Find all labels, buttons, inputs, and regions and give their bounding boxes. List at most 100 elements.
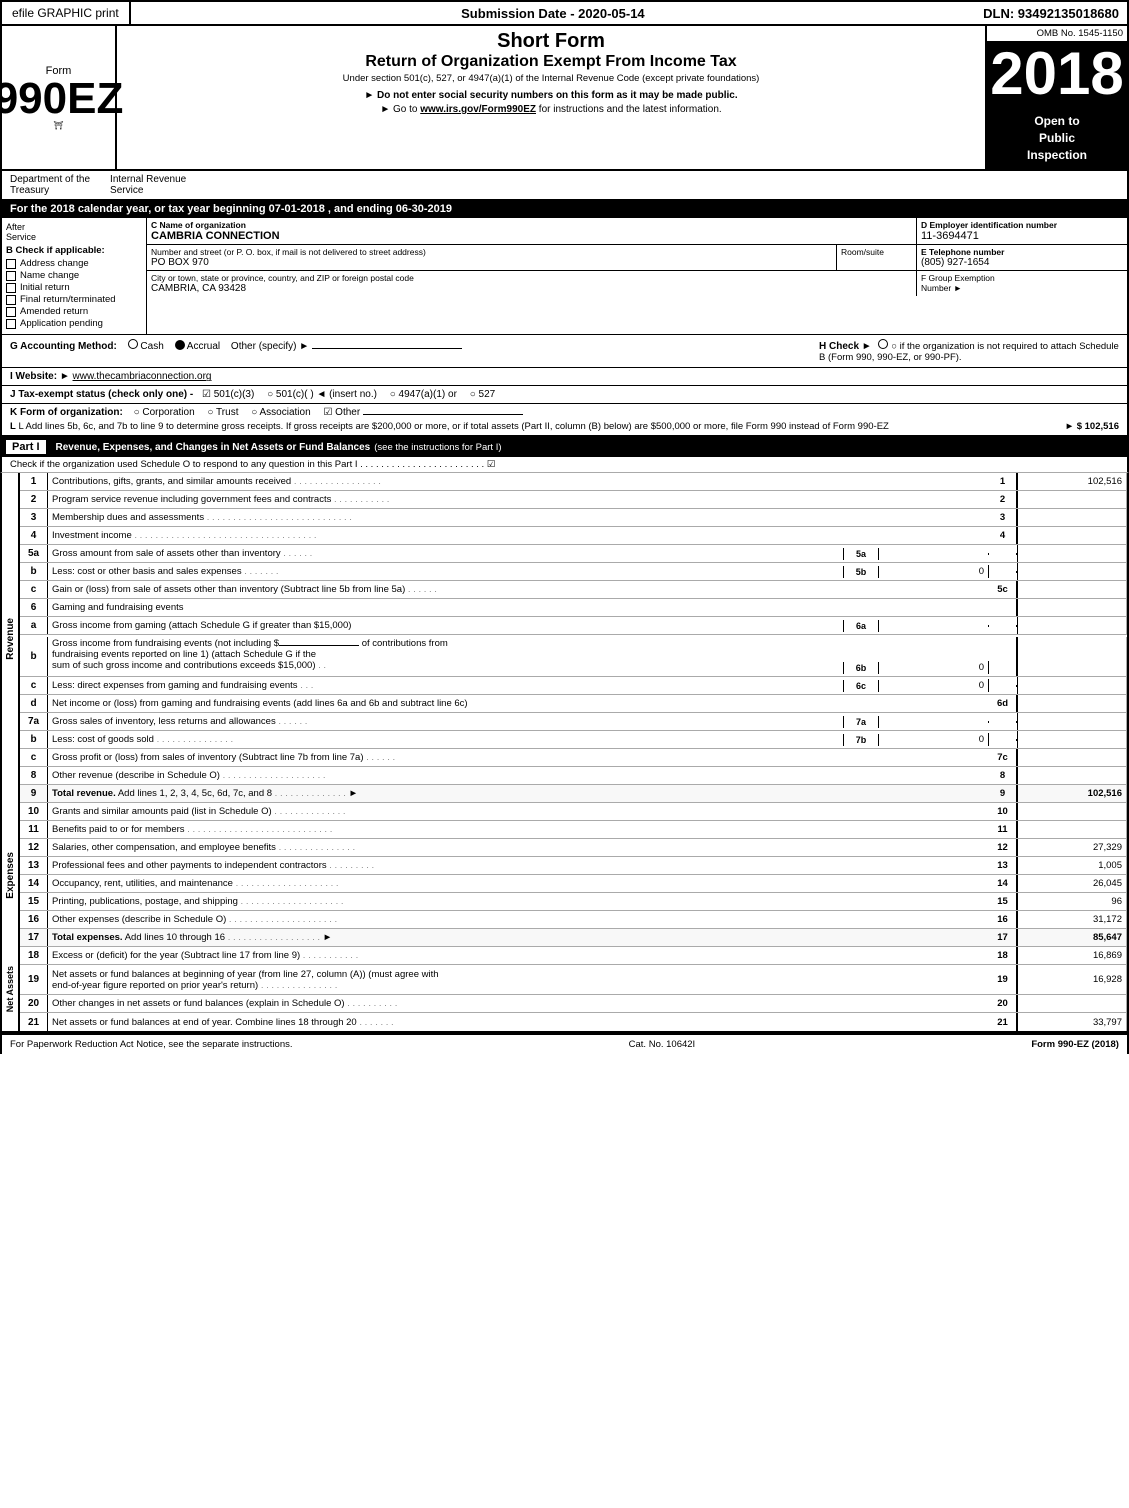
- line-num-col-6b: [989, 637, 1017, 676]
- check-box-address[interactable]: [6, 259, 16, 269]
- line-amt-16: 31,172: [1017, 911, 1127, 928]
- line-amt-num-19: 19: [989, 965, 1017, 994]
- val-6c: 0: [879, 679, 989, 692]
- line-amt-num-15: 15: [989, 893, 1017, 910]
- line-num-col-7b: [989, 739, 1017, 741]
- line-amt-21: 33,797: [1017, 1013, 1127, 1031]
- line-amt-20: [1017, 995, 1127, 1012]
- check-label-pending: Application pending: [20, 318, 103, 329]
- address-label: Number and street (or P. O. box, if mail…: [151, 247, 832, 257]
- line-amt-17: 85,647: [1017, 929, 1127, 946]
- expenses-section: Expenses 10 Grants and similar amounts p…: [0, 803, 1129, 947]
- line-desc-20: Other changes in net assets or fund bala…: [48, 997, 989, 1010]
- line-amt-2: [1017, 491, 1127, 508]
- footer-left: For Paperwork Reduction Act Notice, see …: [10, 1039, 293, 1050]
- line-desc-7c: Gross profit or (loss) from sales of inv…: [48, 751, 989, 764]
- line-num-16: 16: [20, 911, 48, 928]
- line-desc-21: Net assets or fund balances at end of ye…: [48, 1016, 989, 1029]
- kl-row: K Form of organization: ○ Corporation ○ …: [0, 404, 1129, 437]
- line-desc-11: Benefits paid to or for members . . . . …: [48, 823, 989, 836]
- line-desc-17: Total expenses. Add lines 10 through 16 …: [48, 931, 989, 944]
- line-num-19: 19: [20, 965, 48, 994]
- j-label: J Tax-exempt status (check only one) -: [10, 389, 193, 400]
- notice1: ► Do not enter social security numbers o…: [127, 90, 975, 101]
- line-desc-15: Printing, publications, postage, and shi…: [48, 895, 989, 908]
- org-info-block: C Name of organization CAMBRIA CONNECTIO…: [147, 218, 1127, 334]
- i-label: I Website: ►: [10, 371, 70, 382]
- line-amt-num-7c: 7c: [989, 749, 1017, 766]
- cash-radio[interactable]: [128, 339, 138, 349]
- line-desc-6a: Gross income from gaming (attach Schedul…: [48, 619, 843, 632]
- part1-title: Revenue, Expenses, and Changes in Net As…: [56, 442, 371, 453]
- line-amt-num-4: 4: [989, 527, 1017, 544]
- tax-year: 2018: [987, 41, 1127, 107]
- part1-label: Part I: [6, 440, 46, 454]
- line-num-7b: b: [20, 731, 48, 748]
- line-amt-num-5c: 5c: [989, 581, 1017, 598]
- line-num-3: 3: [20, 509, 48, 526]
- k-corp: ○ Corporation: [134, 407, 195, 418]
- accrual-radio[interactable]: ✓: [175, 340, 185, 350]
- k-label: K Form of organization:: [10, 407, 123, 418]
- net-assets-bracket: Net Assets: [2, 947, 20, 1031]
- line-amt-num-11: 11: [989, 821, 1017, 838]
- check-box-name[interactable]: [6, 271, 16, 281]
- check-label-final: Final return/terminated: [20, 294, 116, 305]
- line-row-16: 16 Other expenses (describe in Schedule …: [20, 911, 1127, 929]
- line-row-21: 21 Net assets or fund balances at end of…: [20, 1013, 1127, 1031]
- check-box-final[interactable]: [6, 295, 16, 305]
- left-checks: AfterService B Check if applicable: Addr…: [2, 218, 147, 334]
- line-amt-6: [1017, 599, 1127, 616]
- line-amt-3: [1017, 509, 1127, 526]
- expenses-bracket: Expenses: [2, 803, 20, 947]
- line-amt-9: 102,516: [1017, 785, 1127, 802]
- check-name: Name change: [6, 270, 142, 281]
- line-num-col-6a: [989, 625, 1017, 627]
- check-box-pending[interactable]: [6, 319, 16, 329]
- line-row-11: 11 Benefits paid to or for members . . .…: [20, 821, 1127, 839]
- line-desc-6b: Gross income from fundraising events (no…: [48, 637, 843, 672]
- line-amt-num-13: 13: [989, 857, 1017, 874]
- form-number-block: Form 990EZ ⛩: [2, 26, 117, 169]
- line-num-14: 14: [20, 875, 48, 892]
- line-num-1: 1: [20, 473, 48, 490]
- line-desc-5a: Gross amount from sale of assets other t…: [48, 547, 843, 560]
- group-exempt-cell: F Group ExemptionNumber ►: [917, 271, 1127, 296]
- org-name-value: CAMBRIA CONNECTION: [151, 230, 912, 242]
- check-box-amended[interactable]: [6, 307, 16, 317]
- l-row: L L Add lines 5b, 6c, and 7b to line 9 t…: [10, 421, 1119, 432]
- h-check: H Check ► ○ if the organization is not r…: [819, 339, 1119, 363]
- line-num-17: 17: [20, 929, 48, 946]
- check-label-name: Name change: [20, 270, 79, 281]
- check-box-initial[interactable]: [6, 283, 16, 293]
- room-label: Room/suite: [841, 247, 912, 257]
- room-cell: Room/suite: [837, 245, 917, 270]
- accrual-option: ✓ Accrual: [175, 341, 223, 352]
- address-cell: Number and street (or P. O. box, if mail…: [147, 245, 837, 270]
- line-num-4: 4: [20, 527, 48, 544]
- part1-header: Part I Revenue, Expenses, and Changes in…: [0, 437, 1129, 457]
- line-desc-4: Investment income . . . . . . . . . . . …: [48, 529, 989, 542]
- line-num-7a: 7a: [20, 713, 48, 730]
- line-amt-15: 96: [1017, 893, 1127, 910]
- phone-cell: E Telephone number (805) 927-1654: [917, 245, 1127, 270]
- line-row-12: 12 Salaries, other compensation, and emp…: [20, 839, 1127, 857]
- line-row-4: 4 Investment income . . . . . . . . . . …: [20, 527, 1127, 545]
- irs-label: Internal RevenueService: [110, 174, 186, 196]
- val-5b: 0: [879, 565, 989, 578]
- line-amt-18: 16,869: [1017, 947, 1127, 964]
- status-501c: ○ 501(c)( ) ◄ (insert no.): [267, 389, 377, 400]
- net-assets-section: Net Assets 18 Excess or (deficit) for th…: [0, 947, 1129, 1033]
- line-num-6c: c: [20, 677, 48, 694]
- line-num-18: 18: [20, 947, 48, 964]
- h-radio[interactable]: [878, 339, 888, 349]
- city-cell: City or town, state or province, country…: [147, 271, 917, 296]
- line-amt-6c: [1017, 677, 1127, 694]
- k-assoc: ○ Association: [251, 407, 310, 418]
- line-amt-num-17: 17: [989, 929, 1017, 946]
- line-row-1: 1 Contributions, gifts, grants, and simi…: [20, 473, 1127, 491]
- l-text: L Add lines 5b, 6c, and 7b to line 9 to …: [18, 421, 888, 432]
- status-527: ○ 527: [470, 389, 496, 400]
- c-label: C Name of organization: [151, 220, 912, 230]
- line-desc-5c: Gain or (loss) from sale of assets other…: [48, 583, 989, 596]
